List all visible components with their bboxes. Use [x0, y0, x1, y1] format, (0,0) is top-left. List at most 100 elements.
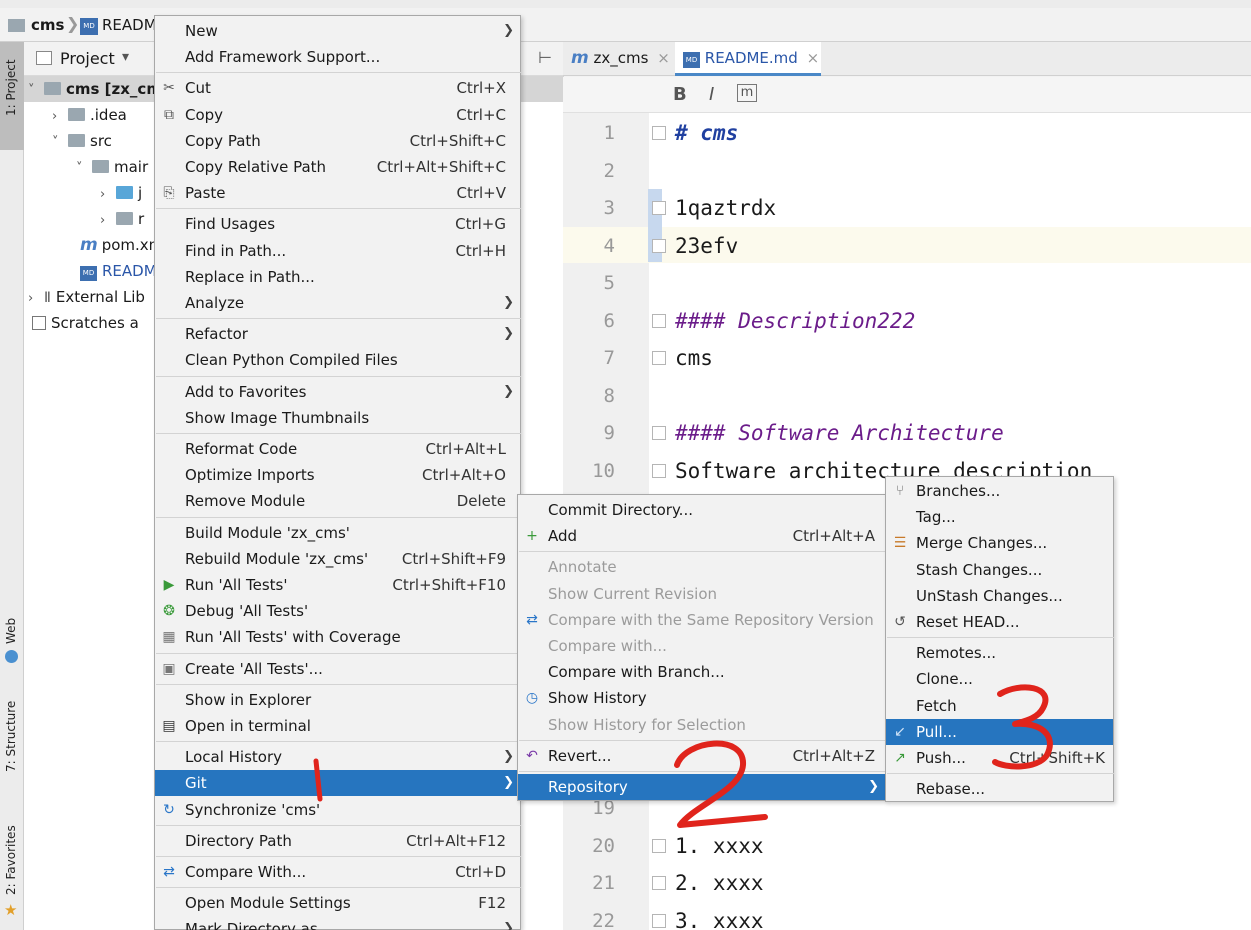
menu-item-find-in-path[interactable]: Find in Path... Ctrl+H: [155, 238, 520, 264]
menu-item-add-framework-support[interactable]: Add Framework Support...: [155, 44, 520, 70]
tree-item[interactable]: ˅ mair: [76, 154, 148, 180]
tab-web-tool[interactable]: Web: [0, 614, 24, 670]
menu-item-refactor[interactable]: Refactor ❯: [155, 321, 520, 347]
line-number: 5: [603, 272, 615, 294]
menu-item-copy-relative-path[interactable]: Copy Relative Path Ctrl+Alt+Shift+C: [155, 154, 520, 180]
menu-item-shortcut: F12: [478, 894, 506, 913]
breadcrumb-project[interactable]: cms: [31, 16, 64, 34]
menu-item-directory-path[interactable]: Directory Path Ctrl+Alt+F12: [155, 828, 520, 854]
code-button[interactable]: m: [737, 84, 757, 102]
menu-item-rebase[interactable]: Rebase...: [886, 776, 1113, 802]
menu-item-merge-changes[interactable]: ☰ Merge Changes...: [886, 530, 1113, 556]
project-view-icon: [36, 51, 52, 65]
tree-item[interactable]: Scratches a: [28, 310, 139, 336]
bold-button[interactable]: B: [673, 84, 687, 105]
fold-marker-icon[interactable]: [652, 313, 666, 328]
menu-item-reset-head[interactable]: ↺ Reset HEAD...: [886, 609, 1113, 635]
menu-item-find-usages[interactable]: Find Usages Ctrl+G: [155, 211, 520, 237]
menu-item-tag[interactable]: Tag...: [886, 504, 1113, 530]
menu-item-copy-path[interactable]: Copy Path Ctrl+Shift+C: [155, 128, 520, 154]
menu-item-commit-directory[interactable]: Commit Directory...: [518, 497, 885, 523]
markdown-icon: MD: [80, 266, 97, 281]
branch-icon: ⑂: [895, 483, 905, 499]
menu-item-annotate: Annotate: [518, 554, 885, 580]
chevron-down-icon[interactable]: ˅: [52, 130, 68, 156]
tab-readme[interactable]: MD README.md ×: [675, 42, 821, 76]
breadcrumb-file[interactable]: READM: [102, 16, 157, 34]
menu-item-compare-with: Compare with...: [518, 633, 885, 659]
fold-marker-icon[interactable]: [652, 426, 666, 440]
hide-panel-icon[interactable]: ⊢: [538, 48, 552, 67]
menu-item-analyze[interactable]: Analyze ❯: [155, 290, 520, 316]
tree-item[interactable]: › .idea: [52, 102, 127, 128]
line-number: 2: [603, 159, 615, 182]
fold-marker-icon[interactable]: [652, 351, 666, 365]
menu-item-reformat-code[interactable]: Reformat Code Ctrl+Alt+L: [155, 436, 520, 462]
menu-item-paste[interactable]: ⎘ Paste Ctrl+V: [155, 180, 520, 206]
menu-item-add[interactable]: + Add Ctrl+Alt+A: [518, 523, 885, 549]
menu-item-remotes[interactable]: Remotes...: [886, 640, 1113, 666]
close-icon[interactable]: ×: [807, 49, 820, 67]
menu-separator: [519, 551, 886, 553]
fold-marker-icon[interactable]: [652, 876, 666, 890]
menu-item-create-all-tests[interactable]: ▣ Create 'All Tests'...: [155, 656, 520, 682]
menu-item-debug-all-tests[interactable]: ❂ Debug 'All Tests': [155, 598, 520, 624]
menu-item-label: Rebase...: [916, 780, 986, 799]
menu-item-mark-directory-as[interactable]: Mark Directory as ❯: [155, 916, 520, 930]
fold-marker-icon[interactable]: [652, 463, 666, 478]
menu-item-run-all-tests-with-coverage[interactable]: ▦ Run 'All Tests' with Coverage: [155, 624, 520, 650]
menu-item-run-all-tests[interactable]: ▶ Run 'All Tests' Ctrl+Shift+F10: [155, 572, 520, 598]
menu-item-open-in-terminal[interactable]: ▤ Open in terminal: [155, 713, 520, 739]
menu-separator: [156, 824, 521, 826]
menu-item-compare-with[interactable]: ⇄ Compare With... Ctrl+D: [155, 859, 520, 885]
menu-item-show-image-thumbnails[interactable]: Show Image Thumbnails: [155, 405, 520, 431]
tab-project-tool[interactable]: 1: Project: [0, 42, 24, 150]
menu-item-add-to-favorites[interactable]: Add to Favorites ❯: [155, 379, 520, 405]
menu-item-cut[interactable]: ✂ Cut Ctrl+X: [155, 75, 520, 101]
tree-item[interactable]: › j: [100, 180, 142, 206]
fold-marker-icon[interactable]: [652, 126, 666, 140]
menu-item-clean-python-compiled-files[interactable]: Clean Python Compiled Files: [155, 347, 520, 373]
project-view-title[interactable]: Project: [60, 49, 115, 68]
chevron-right-icon[interactable]: ›: [52, 104, 68, 130]
chevron-down-icon[interactable]: ˅: [28, 78, 44, 104]
menu-item-replace-in-path[interactable]: Replace in Path...: [155, 264, 520, 290]
fold-marker-icon[interactable]: [652, 201, 666, 215]
chevron-right-icon[interactable]: ›: [100, 208, 116, 234]
tree-item[interactable]: m pom.xm: [76, 232, 163, 258]
terminal-icon: ▤: [162, 718, 176, 734]
italic-button[interactable]: I: [709, 84, 714, 105]
menu-item-show-history[interactable]: ◷ Show History: [518, 685, 885, 711]
chevron-down-icon[interactable]: ˅: [76, 156, 92, 182]
chevron-down-icon[interactable]: ▾: [122, 49, 129, 65]
menu-item-remove-module[interactable]: Remove Module Delete: [155, 488, 520, 514]
menu-item-rebuild-module-zx-cms[interactable]: Rebuild Module 'zx_cms' Ctrl+Shift+F9: [155, 546, 520, 572]
chevron-right-icon[interactable]: ›: [28, 286, 44, 312]
menu-item-branches[interactable]: ⑂ Branches...: [886, 478, 1113, 504]
fold-marker-icon[interactable]: [652, 238, 666, 253]
fold-marker-icon[interactable]: [652, 838, 666, 853]
close-icon[interactable]: ×: [657, 49, 670, 67]
tree-item[interactable]: ˅ src: [52, 128, 112, 154]
tab-structure-tool[interactable]: 7: Structure: [0, 692, 24, 792]
tree-item[interactable]: MD READM: [76, 258, 157, 284]
tree-item[interactable]: › r: [100, 206, 144, 232]
menu-item-stash-changes[interactable]: Stash Changes...: [886, 557, 1113, 583]
menu-item-compare-with-branch[interactable]: Compare with Branch...: [518, 659, 885, 685]
tab-zx-cms[interactable]: m zx_cms ×: [563, 42, 673, 76]
chevron-right-icon[interactable]: ›: [100, 182, 116, 208]
menu-item-open-module-settings[interactable]: Open Module Settings F12: [155, 890, 520, 916]
menu-item-unstash-changes[interactable]: UnStash Changes...: [886, 583, 1113, 609]
menu-separator: [156, 683, 521, 685]
tree-item[interactable]: ˅ cms [zx_cm: [28, 76, 162, 102]
tab-favorites-tool[interactable]: 2: Favorites ★: [0, 817, 24, 922]
menu-item-new[interactable]: New ❯: [155, 18, 520, 44]
menu-item-build-module-zx-cms[interactable]: Build Module 'zx_cms': [155, 520, 520, 546]
menu-item-show-in-explorer[interactable]: Show in Explorer: [155, 687, 520, 713]
run-icon: ▶: [163, 577, 175, 593]
menu-item-label: Pull...: [916, 722, 957, 741]
menu-item-copy[interactable]: ⧉ Copy Ctrl+C: [155, 102, 520, 128]
fold-marker-icon[interactable]: [652, 913, 666, 928]
menu-item-optimize-imports[interactable]: Optimize Imports Ctrl+Alt+O: [155, 462, 520, 488]
tree-item[interactable]: › Ⅱ External Lib: [28, 284, 145, 310]
